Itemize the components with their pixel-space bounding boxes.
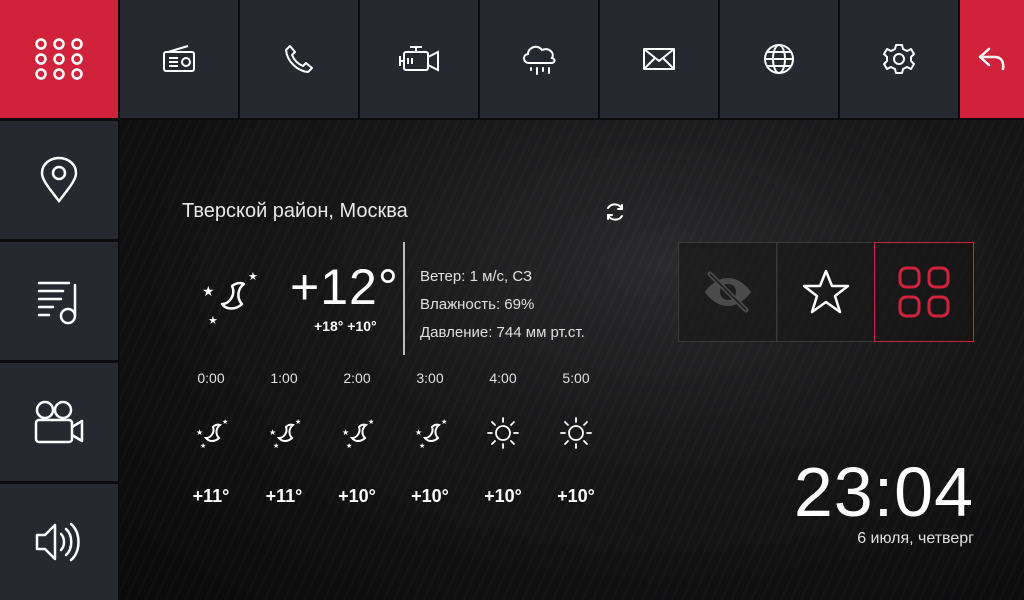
current-temperature: +12° xyxy=(290,259,399,315)
svg-text:★: ★ xyxy=(196,428,203,437)
gear-icon xyxy=(883,44,915,74)
svg-text:★: ★ xyxy=(419,442,425,450)
humidity-text: Влажность: 69% xyxy=(420,296,535,313)
svg-text:★: ★ xyxy=(200,442,206,450)
widgets-grid-icon xyxy=(898,266,950,318)
hour-time: 5:00 xyxy=(562,370,590,386)
svg-text:★: ★ xyxy=(269,428,276,437)
back-button[interactable] xyxy=(960,0,1024,118)
settings-button[interactable] xyxy=(840,0,958,118)
hour-item: 0:00 ★ ★ ★ +11° xyxy=(175,370,247,506)
svg-text:★: ★ xyxy=(346,442,352,450)
camera-vehicle-icon xyxy=(399,46,439,72)
pressure-text: Давление: 744 мм рт.ст. xyxy=(420,324,585,341)
hour-item: 3:00 ★ ★ ★ +10° xyxy=(394,370,466,506)
hour-time: 4:00 xyxy=(489,370,517,386)
back-arrow-icon xyxy=(978,47,1005,71)
phone-button[interactable] xyxy=(240,0,358,118)
hour-time: 1:00 xyxy=(270,370,298,386)
apps-menu-button[interactable] xyxy=(0,0,118,118)
music-playlist-icon xyxy=(37,281,77,325)
hide-eye-icon xyxy=(705,271,751,313)
svg-text:★: ★ xyxy=(222,418,228,426)
hour-temp: +10° xyxy=(484,486,522,506)
hour-time: 2:00 xyxy=(343,370,371,386)
sound-button[interactable] xyxy=(0,484,118,600)
hour-temp: +11° xyxy=(192,486,230,506)
globe-icon xyxy=(764,44,794,74)
svg-text:★: ★ xyxy=(441,418,447,426)
svg-text:★: ★ xyxy=(248,270,258,283)
divider xyxy=(403,242,405,355)
night-moon-icon: ★ ★ ★ xyxy=(269,418,301,450)
svg-text:★: ★ xyxy=(208,314,218,326)
video-camera-icon xyxy=(34,400,84,444)
hour-time: 3:00 xyxy=(416,370,444,386)
internet-button[interactable] xyxy=(720,0,838,118)
music-button[interactable] xyxy=(0,242,118,360)
hour-item: 1:00 ★ ★ ★ +11° xyxy=(248,370,320,506)
hour-item: 2:00 ★ ★ ★ +10° xyxy=(321,370,393,506)
hour-time: 0:00 xyxy=(197,370,225,386)
favorite-button[interactable] xyxy=(776,242,876,342)
hour-item: 5:00 +10° xyxy=(540,370,612,506)
night-moon-icon: ★ ★ ★ xyxy=(202,270,258,326)
night-moon-icon: ★ ★ ★ xyxy=(415,418,447,450)
svg-text:★: ★ xyxy=(342,428,349,437)
speaker-icon xyxy=(35,522,80,562)
apps-grid-icon xyxy=(35,38,83,80)
radio-button[interactable] xyxy=(120,0,238,118)
video-button[interactable] xyxy=(0,363,118,481)
clock-date: 6 июля, четверг xyxy=(857,530,974,547)
sun-icon xyxy=(487,417,519,449)
hour-temp: +10° xyxy=(557,486,595,506)
weather-cloud-icon xyxy=(523,45,556,75)
location-pin-icon xyxy=(40,156,78,204)
hour-item: 4:00 +10° xyxy=(467,370,539,506)
widgets-button[interactable] xyxy=(874,242,974,342)
night-moon-icon: ★ ★ ★ xyxy=(196,418,228,450)
weather-location: Тверской район, Москва xyxy=(182,200,408,222)
svg-text:★: ★ xyxy=(415,428,422,437)
svg-text:★: ★ xyxy=(295,418,301,426)
favorite-star-icon xyxy=(802,269,850,314)
night-moon-icon: ★ ★ ★ xyxy=(342,418,374,450)
hour-temp: +11° xyxy=(265,486,303,506)
mail-icon xyxy=(643,48,675,70)
sun-icon xyxy=(560,417,592,449)
weather-details: Ветер: 1 м/с, СЗ Влажность: 69% Давление… xyxy=(420,263,585,347)
hour-temp: +10° xyxy=(411,486,449,506)
clock-time: 23:04 xyxy=(793,453,974,531)
temperature-range: +18° +10° xyxy=(314,318,377,334)
svg-text:★: ★ xyxy=(202,284,215,300)
radio-icon xyxy=(163,45,195,72)
weather-button[interactable] xyxy=(480,0,598,118)
navigation-button[interactable] xyxy=(0,121,118,239)
engine-button[interactable] xyxy=(360,0,478,118)
svg-text:★: ★ xyxy=(273,442,279,450)
top-nav xyxy=(0,0,1024,118)
mail-button[interactable] xyxy=(600,0,718,118)
refresh-icon[interactable] xyxy=(603,200,627,224)
phone-icon xyxy=(285,45,313,73)
svg-text:★: ★ xyxy=(368,418,374,426)
hide-widget-button[interactable] xyxy=(678,242,778,342)
hour-temp: +10° xyxy=(338,486,376,506)
wind-text: Ветер: 1 м/с, СЗ xyxy=(420,268,533,285)
